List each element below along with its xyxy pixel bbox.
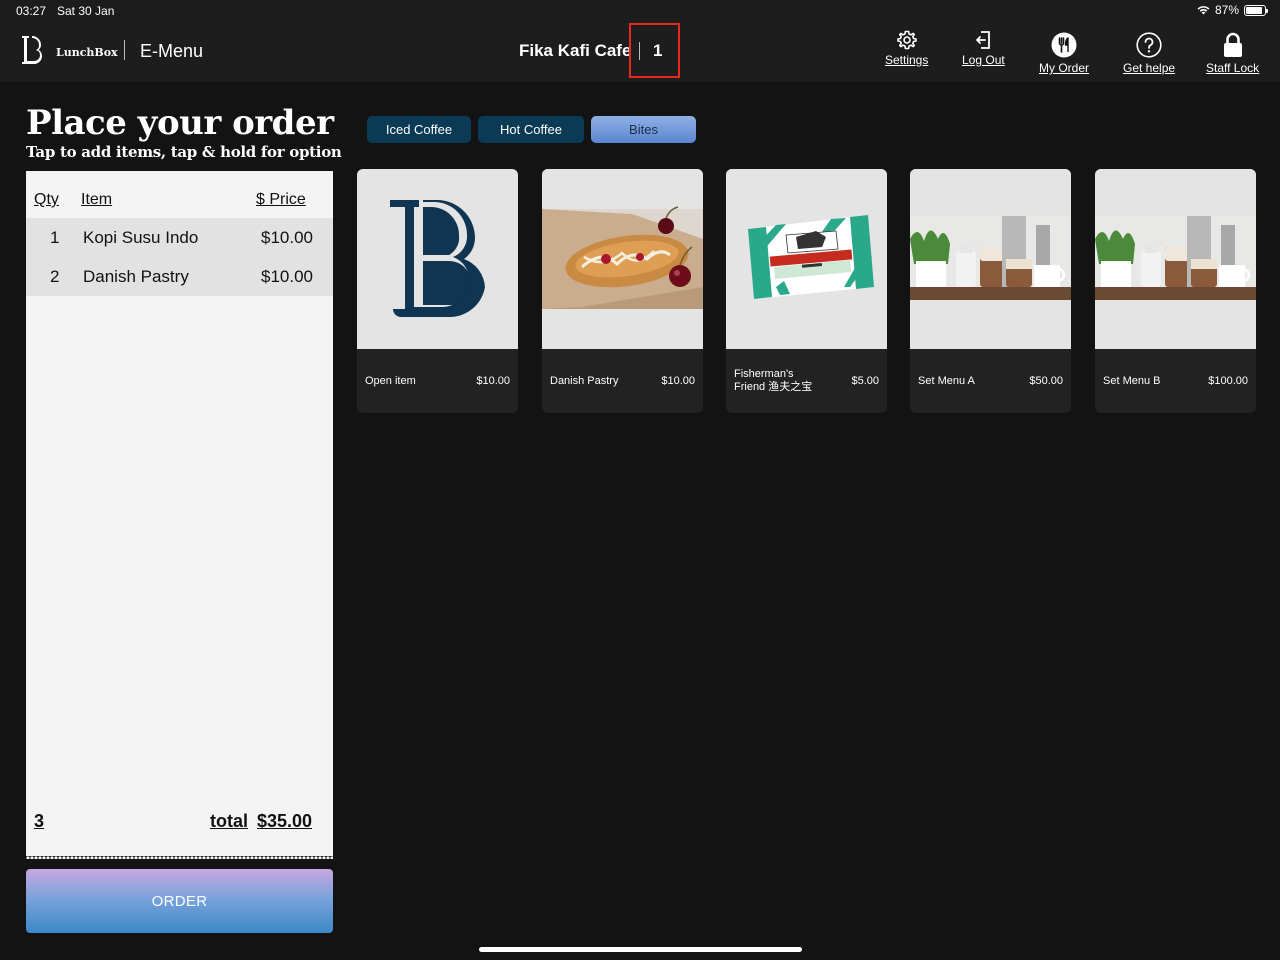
menu-item-info: Danish Pastry $10.00 [542,349,703,413]
order-list: 1 Kopi Susu Indo $10.00 2 Danish Pastry … [26,218,333,296]
menu-item-price: $10.00 [476,375,510,387]
status-time: 03:27 [16,4,47,18]
iced-coffee-image [910,169,1071,349]
status-date: Sat 30 Jan [57,4,115,18]
brand-name: LunchBox [56,46,118,59]
danish-pastry-image [542,169,703,349]
order-qty: 1 [50,228,60,247]
menu-item-card[interactable]: Fisherman's Friend 渔夫之宝 $5.00 [726,169,887,413]
qty-header: Qty [34,191,59,208]
tab-iced-coffee[interactable]: Iced Coffee [367,116,471,143]
brand-divider [124,40,125,60]
help-icon [1136,32,1162,58]
order-item: Kopi Susu Indo [83,228,199,247]
menu-item-card[interactable]: Danish Pastry $10.00 [542,169,703,413]
price-header: $ Price [256,191,306,208]
menu-item-name: Open item [365,375,416,387]
menu-item-info: Fisherman's Friend 渔夫之宝 $5.00 [726,349,887,413]
settings-button[interactable]: Settings [885,30,928,67]
get-help-label: Get helpe [1123,61,1176,75]
fishermans-friend-image [726,169,887,349]
cafe-name: Fika Kafi Cafe [519,41,632,60]
table-number[interactable]: 1 [653,41,662,61]
tab-hot-coffee[interactable]: Hot Coffee [478,116,584,143]
order-price: $10.00 [261,267,313,286]
lunchbox-logo-image [357,169,518,349]
home-indicator[interactable] [479,947,802,952]
menu-item-card[interactable]: Set Menu B $100.00 [1095,169,1256,413]
menu-item-name: Set Menu B [1103,375,1161,387]
menu-item-card[interactable]: Set Menu A $50.00 [910,169,1071,413]
iced-coffee-image [1095,169,1256,349]
gear-icon [896,30,917,50]
menu-item-info: Set Menu A $50.00 [910,349,1071,413]
menu-item-name: Fisherman's Friend 渔夫之宝 [734,368,813,393]
logout-label: Log Out [962,53,1005,67]
staff-lock-button[interactable]: Staff Lock [1206,32,1259,75]
menu-item-name: Set Menu A [918,375,975,387]
item-header: Item [81,191,113,208]
menu-item-info: Open item $10.00 [357,349,518,413]
menu-item-price: $100.00 [1208,375,1248,387]
my-order-label: My Order [1039,61,1090,75]
menu-item-name: Danish Pastry [550,375,619,387]
wifi-icon [1197,6,1210,15]
cutlery-icon [1051,32,1077,58]
order-item: Danish Pastry [83,267,189,286]
my-order-button[interactable]: My Order [1039,32,1089,75]
logout-button[interactable]: Log Out [962,30,1005,67]
battery-percent: 87% [1214,3,1239,17]
menu-item-price: $5.00 [851,375,879,387]
battery-icon [1244,4,1268,16]
menu-item-price: $10.00 [661,375,695,387]
page-title: Place your order [26,103,334,143]
order-qty: 2 [50,267,60,286]
menu-item-card[interactable]: Open item $10.00 [357,169,518,413]
menu-item-price: $50.00 [1029,375,1063,387]
status-bar: 03:27 Sat 30 Jan 87% [0,0,1280,22]
menu-item-info: Set Menu B $100.00 [1095,349,1256,413]
order-price: $10.00 [261,228,313,247]
total-amount: $35.00 [257,811,313,831]
staff-lock-label: Staff Lock [1206,61,1260,75]
total-label: total [210,811,248,831]
logout-icon [976,31,991,49]
order-row[interactable]: 1 Kopi Susu Indo $10.00 [26,218,333,257]
lunchbox-logo-icon [22,36,42,64]
app-name: E-Menu [140,41,204,61]
get-help-button[interactable]: Get helpe [1123,32,1175,75]
app-header: LunchBox E-Menu Fika Kafi Cafe 1 Setting… [0,22,1280,82]
order-button[interactable]: ORDER [26,869,333,933]
item-count: 3 [34,811,45,831]
tab-bites[interactable]: Bites [591,116,696,143]
status-right: 87% [1197,3,1268,17]
settings-label: Settings [885,53,929,67]
category-tabs: Iced Coffee Hot Coffee Bites [367,116,696,143]
order-row[interactable]: 2 Danish Pastry $10.00 [26,257,333,296]
page-subtitle: Tap to add items, tap & hold for option [26,143,342,161]
receipt-edge [26,854,333,862]
order-receipt: Qty Item $ Price 1 Kopi Susu Indo $10.00… [26,171,333,856]
lock-icon [1223,32,1242,57]
table-divider [639,42,640,60]
